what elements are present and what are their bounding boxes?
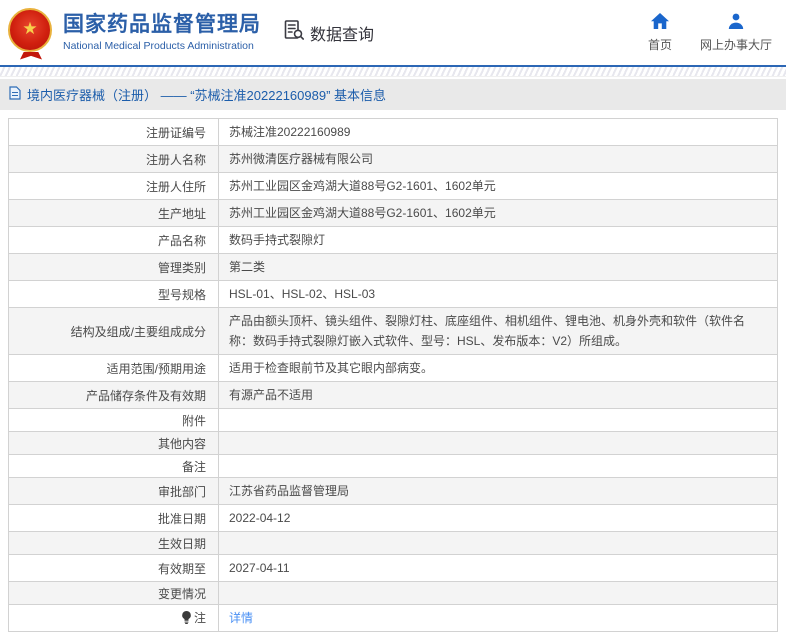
field-value bbox=[218, 431, 778, 455]
table-row: 注册人名称 苏州微清医疗器械有限公司 bbox=[8, 145, 778, 173]
field-label: 变更情况 bbox=[8, 581, 219, 605]
nav-service-hall[interactable]: 网上办事大厅 bbox=[700, 13, 772, 53]
field-label: 适用范围/预期用途 bbox=[8, 354, 219, 382]
table-row: 其他内容 bbox=[8, 431, 778, 455]
field-label: 有效期至 bbox=[8, 554, 219, 582]
table-row: 变更情况 bbox=[8, 581, 778, 605]
field-value: 江苏省药品监督管理局 bbox=[218, 477, 778, 505]
nmpa-emblem-logo: ★ bbox=[8, 7, 54, 60]
detail-link[interactable]: 详情 bbox=[229, 611, 253, 625]
star-icon: ★ bbox=[22, 19, 38, 38]
field-label: 注册人名称 bbox=[8, 145, 219, 173]
field-value: 2027-04-11 bbox=[218, 554, 778, 582]
table-row: 产品名称 数码手持式裂隙灯 bbox=[8, 226, 778, 254]
table-row: 注详情 bbox=[8, 604, 778, 632]
nav-home[interactable]: 首页 bbox=[647, 12, 672, 53]
field-label: 注 bbox=[8, 604, 219, 632]
table-row: 型号规格 HSL-01、HSL-02、HSL-03 bbox=[8, 280, 778, 308]
table-row: 有效期至 2027-04-11 bbox=[8, 554, 778, 582]
field-label: 注册人住所 bbox=[8, 172, 219, 200]
document-icon bbox=[9, 86, 21, 103]
field-label: 附件 bbox=[8, 408, 219, 432]
field-value: 第二类 bbox=[218, 253, 778, 281]
data-query-section: 数据查询 bbox=[283, 19, 374, 46]
field-value: 适用于检查眼前节及其它眼内部病变。 bbox=[218, 354, 778, 382]
field-value bbox=[218, 408, 778, 432]
field-label: 备注 bbox=[8, 454, 219, 478]
document-search-icon bbox=[283, 19, 305, 46]
site-header: ★ 国家药品监督管理局 National Medical Products Ad… bbox=[0, 0, 786, 65]
emblem-circle: ★ bbox=[8, 7, 52, 52]
detail-table-body: 注册证编号 苏械注准20222160989 注册人名称 苏州微清医疗器械有限公司 注册人… bbox=[8, 118, 778, 632]
nav-service-hall-label: 网上办事大厅 bbox=[699, 37, 772, 52]
field-value: 苏州微清医疗器械有限公司 bbox=[218, 145, 778, 173]
table-row: 结构及组成/主要组成成分 产品由额头顶杆、镜头组件、裂隙灯柱、底座组件、相机组件、… bbox=[8, 307, 778, 355]
field-value: 数码手持式裂隙灯 bbox=[218, 226, 778, 254]
field-label: 结构及组成/主要组成成分 bbox=[8, 307, 219, 355]
field-value: HSL-01、HSL-02、HSL-03 bbox=[218, 280, 778, 308]
field-label: 生产地址 bbox=[8, 199, 219, 227]
field-value bbox=[218, 531, 778, 555]
field-label: 注册证编号 bbox=[8, 118, 219, 146]
org-titles: 国家药品监督管理局 National Medical Products Admi… bbox=[63, 13, 261, 51]
table-row: 审批部门 江苏省药品监督管理局 bbox=[8, 477, 778, 505]
table-row: 注册人住所 苏州工业园区金鸡湖大道88号G2-1601、1602单元 bbox=[8, 172, 778, 200]
table-row: 注册证编号 苏械注准20222160989 bbox=[8, 118, 778, 146]
breadcrumb: 境内医疗器械（注册） —— “苏械注准20222160989” 基本信息 bbox=[27, 88, 387, 103]
field-value: 有源产品不适用 bbox=[218, 381, 778, 409]
field-value: 2022-04-12 bbox=[218, 504, 778, 532]
field-value bbox=[218, 581, 778, 605]
detail-table: 注册证编号 苏械注准20222160989 注册人名称 苏州微清医疗器械有限公司 注册人… bbox=[8, 118, 778, 632]
table-row: 生效日期 bbox=[8, 531, 778, 555]
field-value: 苏械注准20222160989 bbox=[218, 118, 778, 146]
table-row: 附件 bbox=[8, 408, 778, 432]
table-row: 管理类别 第二类 bbox=[8, 253, 778, 281]
field-value bbox=[218, 454, 778, 478]
emblem-ribbon bbox=[20, 51, 42, 60]
top-nav: 首页 网上办事大厅 bbox=[647, 12, 772, 53]
hatch-stripe-band bbox=[0, 67, 786, 77]
table-row: 备注 bbox=[8, 454, 778, 478]
org-name-en: National Medical Products Administration bbox=[63, 39, 254, 52]
data-query-label: 数据查询 bbox=[310, 26, 375, 44]
nav-home-label: 首页 bbox=[647, 37, 672, 52]
home-icon bbox=[650, 12, 669, 32]
table-row: 批准日期 2022-04-12 bbox=[8, 504, 778, 532]
field-label: 管理类别 bbox=[8, 253, 219, 281]
page: ★ 国家药品监督管理局 National Medical Products Ad… bbox=[0, 0, 786, 632]
field-label: 批准日期 bbox=[8, 504, 219, 532]
table-row: 生产地址 苏州工业园区金鸡湖大道88号G2-1601、1602单元 bbox=[8, 199, 778, 227]
field-label: 产品名称 bbox=[8, 226, 219, 254]
field-label: 其他内容 bbox=[8, 431, 219, 455]
field-label: 型号规格 bbox=[8, 280, 219, 308]
field-value: 产品由额头顶杆、镜头组件、裂隙灯柱、底座组件、相机组件、锂电池、机身外壳和软件（… bbox=[218, 307, 778, 355]
org-name-zh: 国家药品监督管理局 bbox=[63, 13, 261, 37]
field-value: 详情 bbox=[218, 604, 778, 632]
field-value: 苏州工业园区金鸡湖大道88号G2-1601、1602单元 bbox=[218, 172, 778, 200]
bulb-icon bbox=[181, 611, 192, 627]
table-row: 产品储存条件及有效期 有源产品不适用 bbox=[8, 381, 778, 409]
breadcrumb-bar: 境内医疗器械（注册） —— “苏械注准20222160989” 基本信息 bbox=[0, 79, 786, 110]
field-label: 审批部门 bbox=[8, 477, 219, 505]
table-row: 适用范围/预期用途 适用于检查眼前节及其它眼内部病变。 bbox=[8, 354, 778, 382]
field-label: 生效日期 bbox=[8, 531, 219, 555]
field-value: 苏州工业园区金鸡湖大道88号G2-1601、1602单元 bbox=[218, 199, 778, 227]
user-icon bbox=[727, 13, 745, 32]
field-label: 产品储存条件及有效期 bbox=[8, 381, 219, 409]
